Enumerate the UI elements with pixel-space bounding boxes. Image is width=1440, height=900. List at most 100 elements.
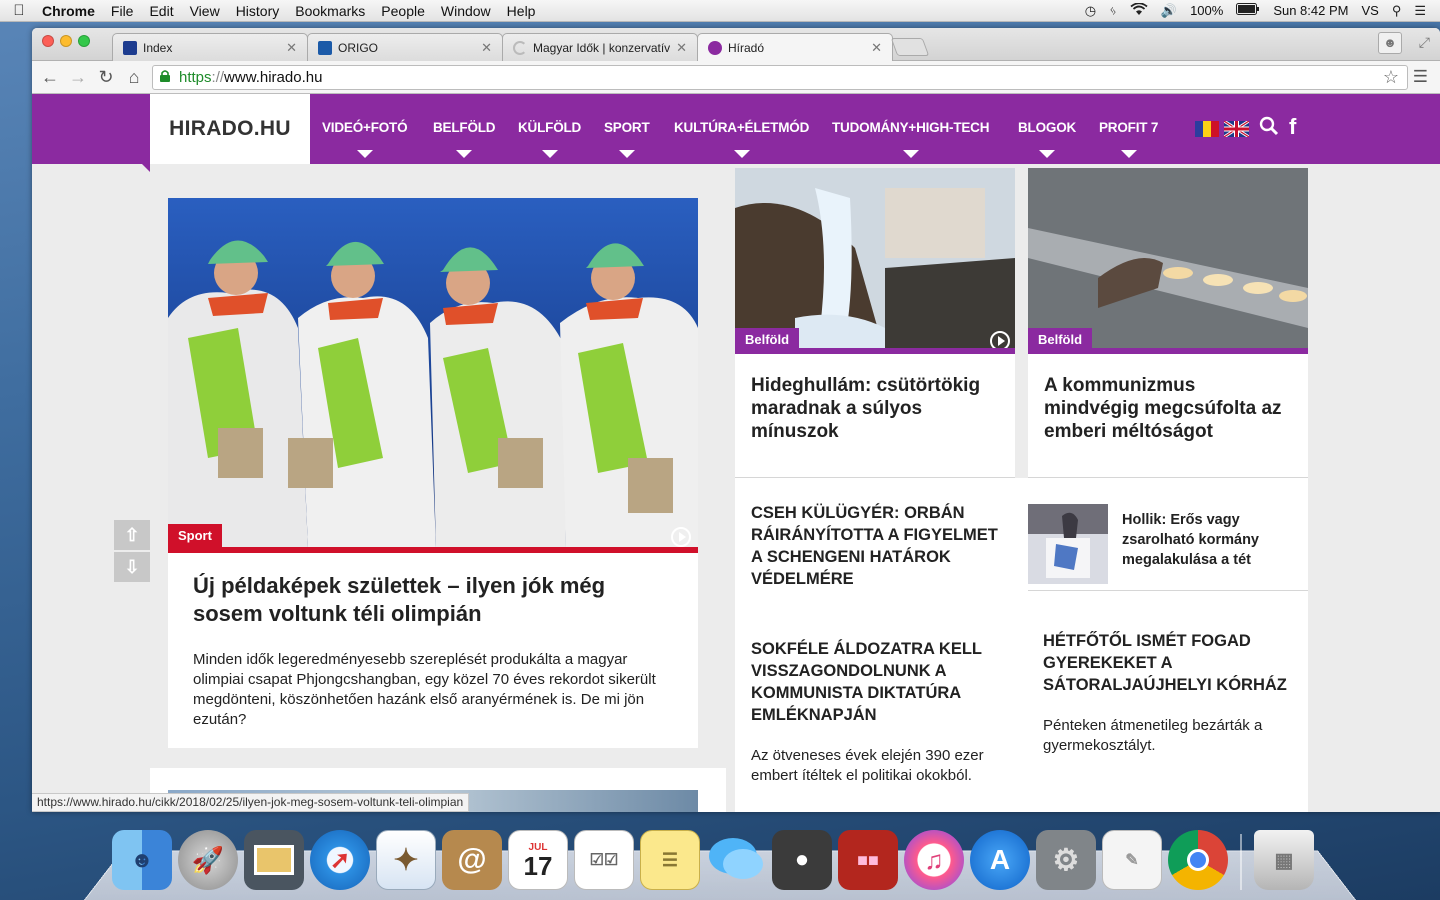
category-bar — [168, 547, 698, 553]
story-card-hideghullam[interactable]: Belföld Hideghullám: csütörtökig maradna… — [735, 168, 1015, 478]
close-tab-icon[interactable]: ✕ — [871, 40, 882, 56]
nav-kultura-eletmod[interactable]: KULTÚRA+ÉLETMÓD — [674, 120, 809, 158]
chrome-menu-icon[interactable]: ☰ — [1413, 67, 1428, 87]
address-bar[interactable]: https://www.hirado.hu ☆ — [152, 65, 1408, 90]
tab-hirado[interactable]: Híradó ✕ — [697, 33, 893, 62]
story-image[interactable]: Belföld — [735, 168, 1015, 354]
nav-blogok[interactable]: BLOGOK — [1018, 120, 1077, 158]
photo-booth-icon[interactable]: ■■ — [838, 830, 898, 890]
category-tag[interactable]: Sport — [168, 524, 222, 548]
menu-window[interactable]: Window — [433, 3, 499, 19]
status-bar-url: https://www.hirado.hu/cikk/2018/02/25/il… — [32, 793, 470, 812]
tab-index[interactable]: Index ✕ — [112, 33, 308, 61]
textedit-icon[interactable]: ✎ — [1102, 830, 1162, 890]
menu-bookmarks[interactable]: Bookmarks — [287, 3, 373, 19]
trash-icon[interactable]: ▦ — [1254, 830, 1314, 890]
tab-title: ORIGO — [338, 40, 379, 55]
menu-file[interactable]: File — [103, 3, 142, 19]
time-machine-icon[interactable]: ◷ — [1085, 3, 1096, 19]
category-bar — [1028, 348, 1308, 354]
messages-icon[interactable] — [706, 830, 766, 890]
menu-help[interactable]: Help — [499, 3, 544, 19]
home-icon[interactable]: ⌂ — [120, 67, 148, 88]
calendar-icon[interactable]: JUL 17 — [508, 830, 568, 890]
arrow-down-icon[interactable]: ⇩ — [114, 552, 150, 582]
spotlight-search-icon[interactable]: ⚲ — [1392, 3, 1402, 19]
main-story-card[interactable]: Sport Új példaképek születtek – ilyen jó… — [168, 198, 698, 748]
romanian-flag-icon[interactable] — [1195, 121, 1219, 137]
nav-label: BLOGOK — [1018, 120, 1077, 135]
finder-icon[interactable]: ☻ — [112, 830, 172, 890]
system-preferences-icon[interactable]: ⚙ — [1036, 830, 1096, 890]
launchpad-icon[interactable]: 🚀 — [178, 830, 238, 890]
close-tab-icon[interactable]: ✕ — [481, 40, 492, 56]
nav-profit-7[interactable]: PROFIT 7 — [1099, 120, 1158, 158]
story-card-kommunizmus[interactable]: Belföld A kommunizmus mindvégig megcsúfo… — [1028, 168, 1308, 478]
battery-icon[interactable] — [1236, 3, 1260, 18]
headline-sokfele-aldozatra[interactable]: SOKFÉLE ÁLDOZATRA KELL VISSZAGONDOLNUNK … — [751, 638, 1003, 726]
user-name[interactable]: VS — [1361, 3, 1378, 18]
nav-video-foto[interactable]: VIDEÓ+FOTÓ — [322, 120, 408, 158]
wifi-icon[interactable] — [1130, 1, 1148, 19]
search-icon[interactable] — [1259, 116, 1279, 142]
headline-hollik[interactable]: Hollik: Erős vagy zsarolható kormány meg… — [1122, 510, 1292, 570]
menu-edit[interactable]: Edit — [141, 3, 181, 19]
notes-icon[interactable]: ☰ — [640, 830, 700, 890]
tab-magyar-idok[interactable]: Magyar Idők | konzervatív ✕ — [502, 33, 698, 61]
headline-lead: Az ötveneses évek elején 390 ezer embert… — [751, 747, 984, 784]
nav-belfold[interactable]: BELFÖLD — [433, 120, 496, 158]
headline-hetfotol[interactable]: HÉTFŐTŐL ISMÉT FOGAD GYEREKEKET A SÁTORA… — [1043, 630, 1295, 696]
main-story-title[interactable]: Új példaképek születtek – ilyen jók még … — [193, 572, 673, 628]
close-window-button[interactable] — [42, 35, 54, 47]
arrow-up-icon[interactable]: ⇧ — [114, 520, 150, 550]
bookmark-star-icon[interactable]: ☆ — [1383, 67, 1399, 88]
new-tab-button[interactable] — [890, 38, 930, 56]
clock[interactable]: Sun 8:42 PM — [1273, 3, 1348, 18]
safari-icon[interactable]: ➚ — [310, 830, 370, 890]
forward-arrow-icon[interactable]: → — [64, 67, 92, 88]
story-title[interactable]: Hideghullám: csütörtökig maradnak a súly… — [751, 374, 1001, 443]
tab-origo[interactable]: ORIGO ✕ — [307, 33, 503, 61]
chevron-down-icon — [733, 150, 750, 158]
story-image[interactable]: Belföld — [1028, 168, 1308, 354]
volume-icon[interactable]: 🔊 — [1161, 3, 1177, 19]
menu-people[interactable]: People — [373, 3, 433, 19]
menu-app-name[interactable]: Chrome — [38, 3, 103, 19]
nav-kulfold[interactable]: KÜLFÖLD — [518, 120, 581, 158]
menu-view[interactable]: View — [182, 3, 228, 19]
reload-icon[interactable]: ↻ — [92, 67, 120, 88]
main-story-image[interactable]: Sport — [168, 198, 698, 553]
reminders-icon[interactable]: ☑☑ — [574, 830, 634, 890]
headline-cseh-kulugyer[interactable]: CSEH KÜLÜGYÉR: ORBÁN RÁIRÁNYÍTOTTA A FIG… — [751, 502, 1003, 590]
url-separator: :// — [211, 69, 225, 86]
facetime-icon[interactable]: ● — [772, 830, 832, 890]
carousel-arrows: ⇧ ⇩ — [114, 520, 150, 582]
site-logo[interactable]: HIRADO.HU — [150, 94, 310, 164]
profile-icon[interactable]: ☻ — [1378, 32, 1402, 54]
nav-tudomany-high-tech[interactable]: TUDOMÁNY+HIGH-TECH — [832, 120, 989, 158]
notification-center-icon[interactable]: ☰ — [1414, 3, 1426, 19]
secure-lock-icon[interactable] — [159, 69, 171, 86]
photo-browser-icon[interactable] — [244, 830, 304, 890]
hollik-thumbnail[interactable] — [1028, 504, 1108, 584]
facebook-icon[interactable]: f — [1289, 114, 1296, 140]
app-store-icon[interactable]: A — [970, 830, 1030, 890]
close-tab-icon[interactable]: ✕ — [676, 40, 687, 56]
contacts-icon[interactable]: @ — [442, 830, 502, 890]
minimize-window-button[interactable] — [60, 35, 72, 47]
itunes-icon[interactable]: ♫ — [904, 830, 964, 890]
close-tab-icon[interactable]: ✕ — [286, 40, 297, 56]
nav-sport[interactable]: SPORT — [604, 120, 650, 158]
chrome-icon[interactable] — [1168, 830, 1228, 890]
bluetooth-icon[interactable]: ᛃ — [1109, 3, 1117, 18]
menu-history[interactable]: History — [228, 3, 288, 19]
index-favicon-icon — [123, 40, 137, 55]
hirado-favicon-icon — [708, 41, 722, 55]
back-arrow-icon[interactable]: ← — [36, 67, 64, 88]
zoom-window-button[interactable] — [78, 35, 90, 47]
fullscreen-icon[interactable]: ⤢ — [1419, 34, 1430, 51]
uk-flag-icon[interactable] — [1224, 121, 1249, 137]
mail-icon[interactable]: ✦ — [376, 830, 436, 890]
story-title[interactable]: A kommunizmus mindvégig megcsúfolta az e… — [1044, 374, 1294, 443]
apple-menu-icon[interactable]:  — [0, 2, 38, 19]
